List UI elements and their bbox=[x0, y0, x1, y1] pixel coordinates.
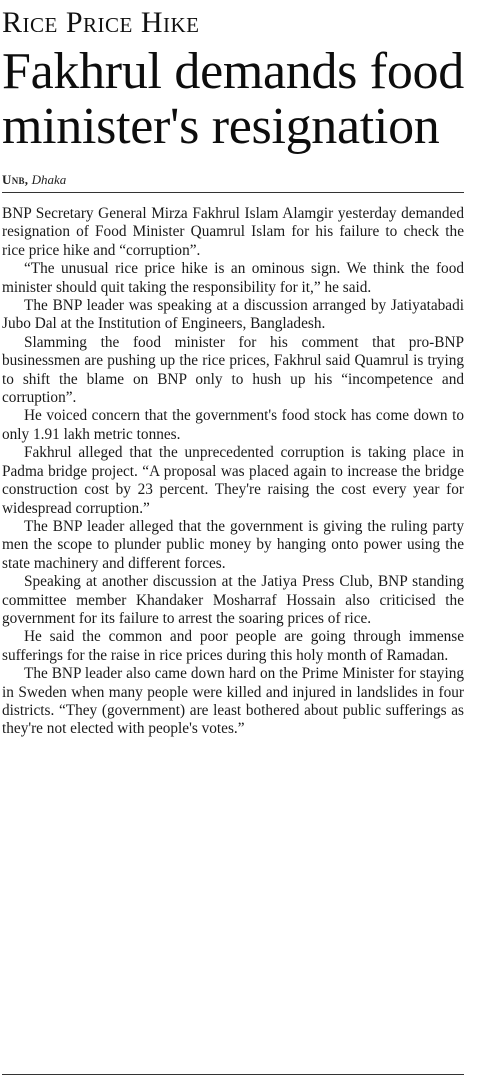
article-paragraph: He voiced concern that the government's … bbox=[2, 407, 464, 443]
article-paragraph: “The unusual rice price hike is an omino… bbox=[2, 260, 464, 296]
byline-agency: Unb, bbox=[2, 172, 29, 187]
byline-place: Dhaka bbox=[31, 172, 67, 187]
article-paragraph: The BNP leader was speaking at a discuss… bbox=[2, 297, 464, 333]
news-article: Rice Price Hike Fakhrul demands food min… bbox=[0, 0, 472, 739]
article-paragraph: The BNP leader also came down hard on th… bbox=[2, 665, 464, 738]
article-headline: Fakhrul demands food minister's resignat… bbox=[2, 43, 464, 155]
byline-divider bbox=[2, 192, 464, 193]
article-byline: Unb, Dhaka bbox=[2, 172, 472, 188]
article-paragraph: Slamming the food minister for his comme… bbox=[2, 333, 464, 407]
bottom-divider bbox=[2, 1074, 464, 1075]
article-body: BNP Secretary General Mirza Fakhrul Isla… bbox=[2, 205, 464, 739]
article-paragraph: BNP Secretary General Mirza Fakhrul Isla… bbox=[2, 205, 464, 259]
article-paragraph: He said the common and poor people are g… bbox=[2, 628, 464, 664]
article-paragraph: Fakhrul alleged that the unprecedented c… bbox=[2, 444, 464, 517]
article-kicker: Rice Price Hike bbox=[2, 6, 200, 39]
article-paragraph: Speaking at another discussion at the Ja… bbox=[2, 573, 464, 627]
article-paragraph: The BNP leader alleged that the governme… bbox=[2, 517, 464, 572]
